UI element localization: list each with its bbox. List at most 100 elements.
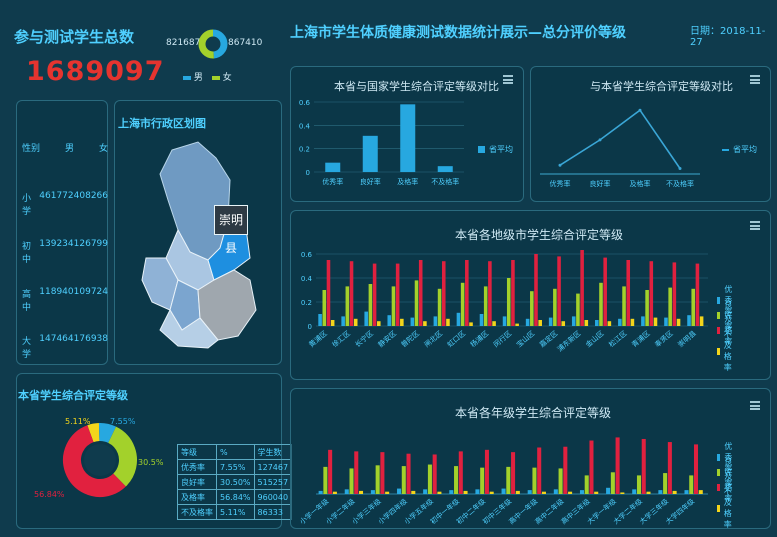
bar bbox=[506, 466, 511, 494]
bar bbox=[561, 321, 566, 326]
bar bbox=[332, 491, 337, 494]
bar bbox=[349, 261, 354, 326]
menu-icon[interactable] bbox=[503, 75, 513, 84]
stats-level: 小学 bbox=[22, 194, 32, 217]
x-tick-label: 优秀率 bbox=[322, 177, 343, 186]
male-legend-label: 男 bbox=[193, 73, 203, 83]
bar bbox=[406, 453, 411, 494]
bar bbox=[584, 320, 589, 326]
legend-item: 省平均 bbox=[722, 144, 757, 155]
stats-header-level: 性别 bbox=[22, 144, 41, 154]
donut-label-excellent: 7.55% bbox=[110, 417, 136, 426]
bar bbox=[649, 261, 654, 326]
x-tick-label: 金山区 bbox=[584, 329, 606, 349]
donut-hole bbox=[84, 444, 116, 476]
bar bbox=[353, 318, 358, 326]
table-cell: 30.50% bbox=[216, 474, 255, 490]
bar bbox=[527, 490, 532, 494]
total-students-label: 参与测试学生总数 bbox=[14, 28, 135, 46]
x-tick-label: 奉贤区 bbox=[653, 329, 675, 349]
data-point bbox=[638, 108, 642, 112]
bar bbox=[698, 490, 703, 494]
bar bbox=[668, 287, 672, 326]
bar bbox=[433, 316, 438, 326]
bar bbox=[427, 464, 432, 494]
bar bbox=[492, 321, 496, 326]
x-tick-label: 静安区 bbox=[376, 329, 398, 349]
bar bbox=[568, 491, 573, 494]
bar bbox=[515, 490, 520, 494]
bar bbox=[318, 490, 323, 494]
bar bbox=[636, 475, 642, 494]
bar bbox=[375, 465, 380, 494]
bar bbox=[676, 318, 681, 326]
y-tick-label: 0.2 bbox=[301, 299, 312, 307]
province-compare-chart: 优秀率 良好率 及格率 不及格率 bbox=[540, 108, 700, 188]
bar bbox=[423, 489, 428, 494]
bar bbox=[437, 166, 453, 172]
bar bbox=[341, 316, 345, 326]
bar bbox=[344, 489, 349, 494]
menu-icon[interactable] bbox=[750, 221, 760, 230]
bar bbox=[584, 475, 589, 494]
bar bbox=[641, 316, 645, 326]
bar bbox=[594, 491, 599, 494]
map-title: 上海市行政区划图 bbox=[118, 117, 206, 130]
bar bbox=[599, 282, 603, 326]
bar bbox=[328, 449, 333, 494]
grade-summary-title: 本省学生综合评定等级 bbox=[18, 389, 128, 402]
bar bbox=[672, 262, 677, 326]
date-label: 日期：2018-11-27 bbox=[690, 26, 766, 48]
x-tick-label: 闸北区 bbox=[423, 329, 444, 349]
table-cell: 及格率 bbox=[177, 489, 217, 505]
bar bbox=[515, 323, 519, 326]
bar bbox=[318, 314, 322, 326]
bar bbox=[618, 318, 622, 326]
page-title: 上海市学生体质健康测试数据统计展示—总分评价等级 bbox=[290, 25, 626, 41]
x-tick-label: 不及格率 bbox=[431, 177, 459, 186]
bar bbox=[410, 317, 415, 326]
map-district[interactable] bbox=[159, 141, 231, 261]
bar bbox=[345, 286, 350, 326]
bar bbox=[326, 260, 331, 326]
bar bbox=[400, 104, 416, 172]
bar bbox=[693, 444, 699, 494]
total-students-value: 1689097 bbox=[26, 56, 165, 87]
female-legend-label: 女 bbox=[222, 73, 232, 83]
gender-donut bbox=[198, 29, 228, 59]
gender-legend: 男 女 bbox=[183, 70, 232, 83]
bar bbox=[511, 452, 516, 494]
bar bbox=[446, 318, 450, 326]
bar bbox=[411, 490, 416, 494]
data-point bbox=[558, 163, 562, 167]
menu-icon[interactable] bbox=[750, 401, 760, 410]
menu-icon[interactable] bbox=[750, 75, 760, 84]
legend-item: 不及格率 bbox=[717, 329, 736, 373]
bar bbox=[349, 468, 354, 494]
male-count: 821687 bbox=[166, 38, 201, 48]
x-tick-label: 及格率 bbox=[397, 177, 418, 186]
bar bbox=[458, 451, 463, 494]
bar bbox=[684, 490, 689, 494]
bar bbox=[576, 293, 580, 326]
x-tick-label: 松江区 bbox=[607, 329, 629, 349]
bar bbox=[387, 315, 392, 326]
province-compare-title: 与本省学生综合评定等级对比 bbox=[590, 80, 733, 93]
bar bbox=[465, 260, 469, 326]
bar bbox=[695, 263, 700, 326]
bar bbox=[423, 321, 427, 326]
stats-female: 109724 bbox=[73, 287, 108, 297]
x-tick-label: 闵行区 bbox=[491, 329, 513, 349]
legend-swatch bbox=[722, 148, 729, 151]
x-tick-label: 普陀区 bbox=[399, 329, 421, 349]
bar bbox=[401, 466, 406, 494]
table-row: 良好率 30.50% 515257 bbox=[177, 474, 293, 490]
x-tick-label: 浦东新区 bbox=[555, 329, 582, 354]
bar bbox=[418, 260, 423, 326]
bar bbox=[563, 446, 568, 494]
bar bbox=[687, 315, 691, 326]
stats-male: 118940 bbox=[39, 287, 74, 297]
bar bbox=[571, 316, 576, 326]
series-line bbox=[559, 109, 681, 169]
shanghai-map[interactable] bbox=[138, 140, 268, 350]
